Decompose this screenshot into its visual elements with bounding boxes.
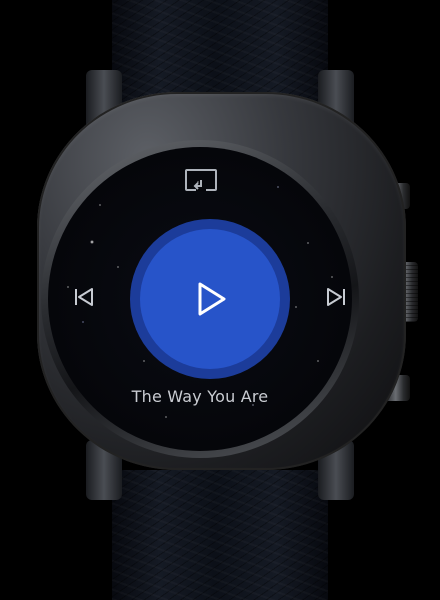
skip-next-icon	[324, 285, 348, 309]
cast-button[interactable]	[184, 167, 218, 195]
watch-screen: The Way You Are	[48, 147, 352, 451]
cast-icon	[184, 167, 218, 195]
play-button[interactable]	[140, 229, 280, 369]
skip-previous-icon	[72, 285, 96, 309]
next-track-button[interactable]	[322, 283, 350, 311]
track-title: The Way You Are	[131, 387, 269, 406]
play-button-ring[interactable]	[130, 219, 290, 379]
play-icon	[190, 279, 230, 319]
watch-strap-bottom	[112, 470, 328, 600]
previous-track-button[interactable]	[70, 283, 98, 311]
